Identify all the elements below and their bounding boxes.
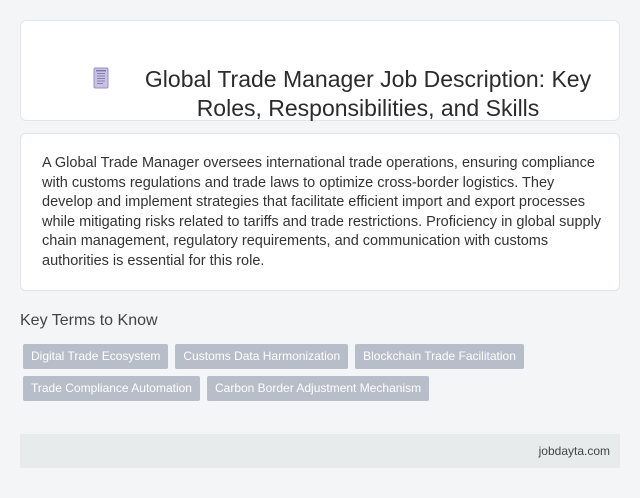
key-terms-row: Digital Trade Ecosystem Customs Data Har… [23, 344, 603, 369]
term-chip[interactable]: Blockchain Trade Facilitation [355, 344, 524, 369]
key-terms-heading: Key Terms to Know [20, 312, 158, 329]
job-summary: A Global Trade Manager oversees internat… [42, 155, 602, 269]
document-icon [93, 67, 109, 89]
page-title-line-2: Roles, Responsibilities, and Skills [196, 95, 540, 121]
page-title: Global Trade Manager Job Description: Ke… [113, 65, 623, 123]
title-card: Global Trade Manager Job Description: Ke… [20, 20, 620, 121]
site-link[interactable]: jobdayta.com [539, 444, 610, 458]
term-chip[interactable]: Digital Trade Ecosystem [23, 344, 169, 369]
page-title-line-1: Global Trade Manager Job Description: Ke… [144, 66, 592, 92]
footer: jobdayta.com [20, 434, 620, 468]
term-chip[interactable]: Carbon Border Adjustment Mechanism [206, 376, 430, 401]
key-terms-list: Digital Trade Ecosystem Customs Data Har… [23, 344, 603, 408]
key-terms-row: Trade Compliance Automation Carbon Borde… [23, 376, 603, 401]
term-chip[interactable]: Customs Data Harmonization [175, 344, 349, 369]
summary-card: A Global Trade Manager oversees internat… [20, 133, 620, 291]
term-chip[interactable]: Trade Compliance Automation [23, 376, 200, 401]
